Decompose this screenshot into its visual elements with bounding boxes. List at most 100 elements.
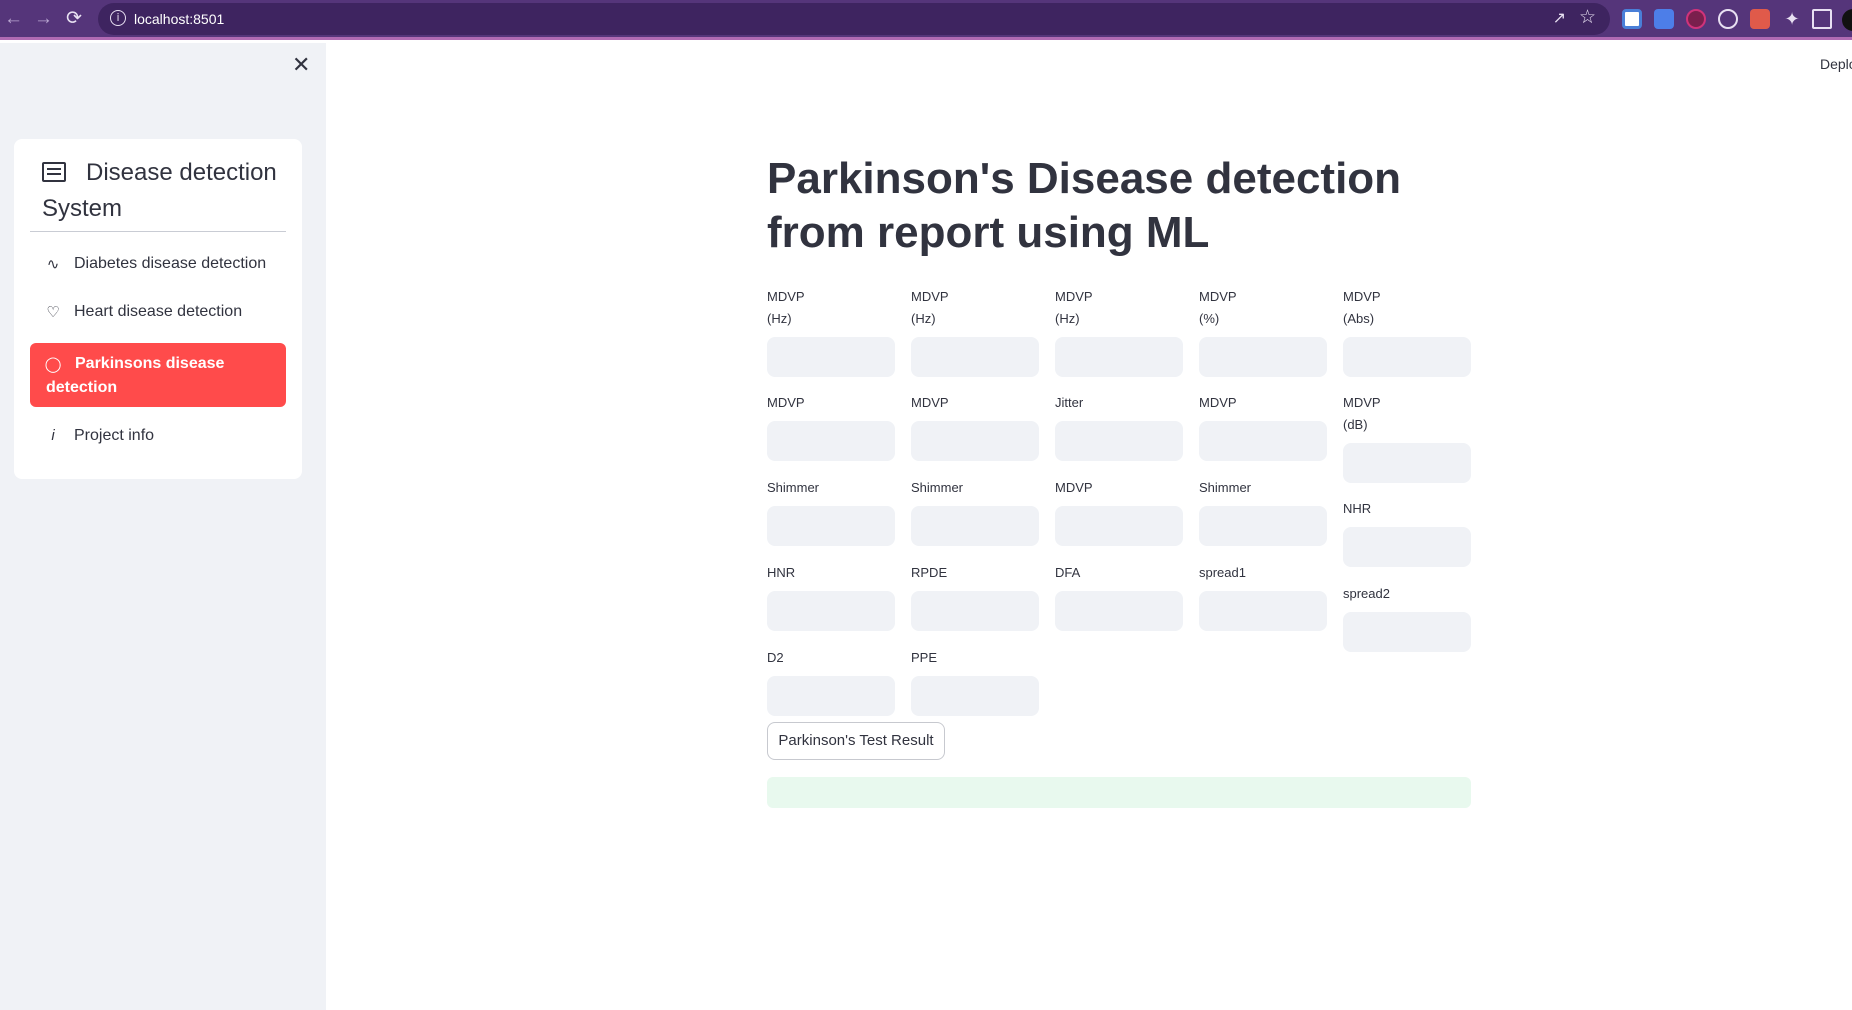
field-label: MDVP <box>1055 480 1093 495</box>
extension-pdf-icon[interactable] <box>1750 9 1770 29</box>
input-field: MDVP (%) <box>1199 286 1327 377</box>
extension-record-icon[interactable] <box>1686 9 1706 29</box>
menu-title: Disease detection System <box>42 159 277 222</box>
input-field: MDVP <box>911 392 1039 461</box>
field-input[interactable] <box>1199 506 1327 546</box>
reload-icon[interactable]: ⟳ <box>66 8 82 30</box>
input-field: MDVP <box>1199 392 1327 461</box>
input-field: MDVP (Abs) <box>1343 286 1471 377</box>
field-input[interactable] <box>767 421 895 461</box>
sidebar-item-label: Parkinsons disease detection <box>46 355 225 396</box>
field-input[interactable] <box>767 591 895 631</box>
field-input[interactable] <box>1343 527 1471 567</box>
field-label: NHR <box>1343 501 1372 516</box>
input-field: Shimmer <box>1199 477 1327 546</box>
sidebar-item-label: Heart disease detection <box>74 303 243 320</box>
input-field: Jitter <box>1055 392 1183 461</box>
field-input[interactable] <box>911 591 1039 631</box>
sidebar-item-diabetes[interactable]: ∿ Diabetes disease detection <box>30 243 286 287</box>
input-field: NHR <box>1343 498 1471 567</box>
field-input[interactable] <box>1199 591 1327 631</box>
field-input[interactable] <box>1343 337 1471 377</box>
field-label: D2 <box>767 650 784 665</box>
field-input[interactable] <box>1055 421 1183 461</box>
field-input[interactable] <box>911 676 1039 716</box>
input-field: MDVP <box>1055 477 1183 546</box>
input-field: MDVP (dB) <box>1343 392 1471 483</box>
field-label: HNR <box>767 565 796 580</box>
extension-screen-icon[interactable] <box>1622 9 1642 29</box>
field-label: MDVP (Abs) <box>1343 289 1381 326</box>
field-input[interactable] <box>767 676 895 716</box>
menu-divider <box>30 231 286 232</box>
field-input[interactable] <box>1199 421 1327 461</box>
field-input[interactable] <box>1343 443 1471 483</box>
extensions-puzzle-icon[interactable]: ✦ <box>1782 9 1802 29</box>
field-label: DFA <box>1055 565 1081 580</box>
sidebar-item-heart[interactable]: ♡ Heart disease detection <box>30 291 286 335</box>
heart-icon: ♡ <box>46 304 60 321</box>
profile-avatar[interactable] <box>1842 9 1852 31</box>
field-input[interactable] <box>1055 337 1183 377</box>
page-title: Parkinson's Disease detection from repor… <box>767 154 1402 257</box>
field-input[interactable] <box>767 337 895 377</box>
field-label: MDVP (dB) <box>1343 395 1381 432</box>
sidebar-item-label: Project info <box>74 427 155 444</box>
field-label: RPDE <box>911 565 948 580</box>
field-input[interactable] <box>911 337 1039 377</box>
input-field: RPDE <box>911 562 1039 631</box>
field-label: Jitter <box>1055 395 1084 410</box>
input-field: Shimmer <box>767 477 895 546</box>
field-label: MDVP (Hz) <box>1055 289 1093 326</box>
input-field: Shimmer <box>911 477 1039 546</box>
field-label: MDVP (Hz) <box>767 289 805 326</box>
field-label: MDVP <box>911 395 949 410</box>
input-field: MDVP (Hz) <box>911 286 1039 377</box>
input-field: spread2 <box>1343 583 1471 652</box>
sidebar-item-parkinsons[interactable]: ◯ Parkinsons disease detection <box>30 343 286 407</box>
field-input[interactable] <box>911 421 1039 461</box>
sidebar: ✕ Disease detection System ∿ Diabetes di… <box>0 43 326 1010</box>
close-sidebar-icon[interactable]: ✕ <box>292 53 310 78</box>
share-icon[interactable]: ↗ <box>1553 8 1566 28</box>
forward-arrow-icon[interactable]: → <box>34 8 53 30</box>
address-url[interactable]: localhost:8501 <box>134 11 224 27</box>
info-icon: i <box>51 427 55 444</box>
address-bar[interactable]: i localhost:8501 ↗ ☆ <box>98 3 1610 35</box>
field-label: spread2 <box>1343 586 1390 601</box>
activity-icon: ∿ <box>46 256 60 273</box>
field-input[interactable] <box>767 506 895 546</box>
bookmark-star-icon[interactable]: ☆ <box>1579 6 1596 29</box>
input-field: PPE <box>911 647 1039 716</box>
input-field: MDVP (Hz) <box>767 286 895 377</box>
back-arrow-icon[interactable]: ← <box>4 8 23 30</box>
deploy-button[interactable]: Deplo <box>1820 56 1852 72</box>
field-input[interactable] <box>911 506 1039 546</box>
field-label: spread1 <box>1199 565 1246 580</box>
input-field: MDVP (Hz) <box>1055 286 1183 377</box>
test-result-button[interactable]: Parkinson's Test Result <box>767 722 945 760</box>
field-label: Shimmer <box>767 480 820 495</box>
input-field: spread1 <box>1199 562 1327 631</box>
field-label: PPE <box>911 650 938 665</box>
field-label: Shimmer <box>911 480 964 495</box>
field-input[interactable] <box>1199 337 1327 377</box>
input-field: MDVP <box>767 392 895 461</box>
success-message <box>767 777 1471 808</box>
field-label: MDVP <box>767 395 805 410</box>
side-panel-icon[interactable] <box>1812 9 1832 29</box>
sidebar-item-project-info[interactable]: i Project info <box>30 415 286 459</box>
input-field: HNR <box>767 562 895 631</box>
field-input[interactable] <box>1055 591 1183 631</box>
field-label: MDVP <box>1199 395 1237 410</box>
extension-translate-icon[interactable] <box>1654 9 1674 29</box>
input-field: DFA <box>1055 562 1183 631</box>
option-menu: Disease detection System ∿ Diabetes dise… <box>14 139 302 479</box>
field-input[interactable] <box>1055 506 1183 546</box>
extension-bulb-icon[interactable] <box>1718 9 1738 29</box>
field-input[interactable] <box>1343 612 1471 652</box>
field-label: Shimmer <box>1199 480 1252 495</box>
field-label: MDVP (Hz) <box>911 289 949 326</box>
site-info-icon[interactable]: i <box>110 10 126 26</box>
field-label: MDVP (%) <box>1199 289 1237 326</box>
